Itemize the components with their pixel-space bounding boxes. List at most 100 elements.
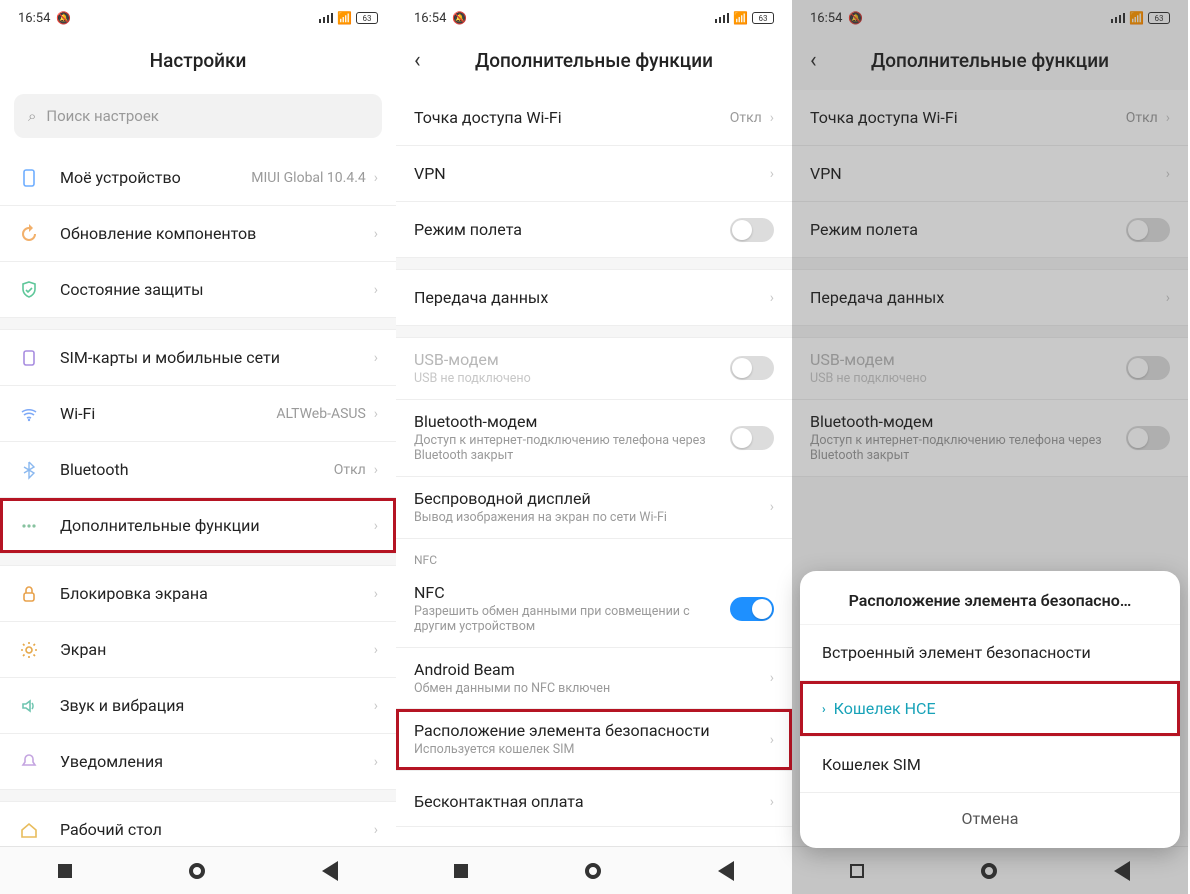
status-bar: 16:54 🔕 📶 63 [792,0,1188,30]
brightness-icon [16,640,42,660]
chevron-right-icon: › [770,794,774,810]
feature-item[interactable]: Bluetooth-модемДоступ к интернет-подключ… [396,400,792,477]
toggle-switch[interactable] [1126,426,1170,450]
sheet-option[interactable]: Встроенный элемент безопасности [800,624,1180,680]
lock-icon [16,584,42,604]
nav-home[interactable] [189,863,205,879]
settings-item-shield[interactable]: Состояние защиты› [0,262,396,318]
nav-recent[interactable] [454,864,468,878]
item-label: VPN [414,164,770,183]
chevron-right-icon: › [770,499,774,515]
feature-item[interactable]: Bluetooth-модем Доступ к интернет-подключ… [792,400,1188,477]
chevron-right-icon: › [1166,290,1170,306]
item-value: ALTWeb-ASUS [276,406,365,422]
toggle-switch[interactable] [730,218,774,242]
settings-item-device[interactable]: Моё устройствоMIUI Global 10.4.4› [0,150,396,206]
nav-home[interactable] [585,863,601,879]
item-label: NFC [414,583,730,602]
dots-icon [16,516,42,536]
feature-item[interactable]: USB-модемUSB не подключено [792,338,1188,400]
toggle-switch[interactable] [730,426,774,450]
settings-screen: 16:54 🔕 📶 63 Настройки ⌕ Поиск настроек … [0,0,396,894]
page-title: Дополнительные функции [871,49,1109,72]
bluetooth-icon [16,460,42,480]
feature-item[interactable]: Передача данных› [396,270,792,326]
item-label: Режим полета [414,220,730,239]
feature-item[interactable]: Бесконтактная оплата› [396,771,792,827]
item-label: Уведомления [60,752,374,771]
search-input[interactable]: ⌕ Поиск настроек [14,94,382,138]
nav-back[interactable] [1114,861,1130,881]
settings-item-brightness[interactable]: Экран› [0,622,396,678]
item-subtitle: Доступ к интернет-подключению телефона ч… [414,433,730,464]
settings-item-bluetooth[interactable]: BluetoothОткл› [0,442,396,498]
sheet-cancel-button[interactable]: Отмена [800,792,1180,844]
chevron-right-icon: › [1166,166,1170,182]
item-subtitle: Вывод изображения на экран по сети Wi-Fi [414,510,770,526]
sheet-title: Расположение элемента безопасно… [800,587,1180,624]
settings-item-sim[interactable]: SIM-карты и мобильные сети› [0,330,396,386]
status-icons: 📶 63 [715,11,774,25]
chevron-right-icon: › [374,462,378,478]
back-button[interactable]: ‹ [414,48,421,73]
settings-item-update[interactable]: Обновление компонентов› [0,206,396,262]
feature-item[interactable]: Точка доступа Wi-FiОткл› [792,90,1188,146]
header: ‹ Дополнительные функции [792,30,1188,90]
chevron-right-icon: › [374,822,378,838]
toggle-switch[interactable] [730,597,774,621]
item-value: MIUI Global 10.4.4 [251,170,366,186]
feature-item[interactable]: Android BeamОбмен данными по NFC включен… [396,648,792,710]
item-label: USB-модем [414,350,730,369]
item-label: Точка доступа Wi-Fi [810,108,1126,127]
nav-back[interactable] [718,861,734,881]
item-subtitle: USB не подключено [414,371,730,387]
feature-item[interactable]: Режим полета [792,202,1188,258]
feature-item[interactable]: VPN› [792,146,1188,202]
sheet-option[interactable]: Кошелек SIM [800,736,1180,792]
settings-item-dots[interactable]: Дополнительные функции› [0,498,396,554]
option-label: Кошелек SIM [822,755,921,774]
toggle-switch[interactable] [1126,356,1170,380]
back-button[interactable]: ‹ [810,48,817,73]
nav-recent[interactable] [58,864,72,878]
feature-item[interactable]: Режим полета [396,202,792,258]
item-subtitle: Разрешить обмен данными при совмещении с… [414,604,730,635]
toggle-switch[interactable] [1126,218,1170,242]
sound-icon [16,696,42,716]
device-icon [16,168,42,188]
chevron-right-icon: › [374,586,378,602]
settings-item-home[interactable]: Рабочий стол› [0,802,396,846]
chevron-right-icon: › [374,170,378,186]
nav-home[interactable] [981,863,997,879]
chevron-right-icon: › [374,226,378,242]
chevron-right-icon: › [374,698,378,714]
settings-item-sound[interactable]: Звук и вибрация› [0,678,396,734]
nav-recent[interactable] [850,864,864,878]
section-header: NFC [396,539,792,571]
feature-item[interactable]: Точка доступа Wi-FiОткл› [396,90,792,146]
item-subtitle: Доступ к интернет-подключению телефона ч… [810,433,1126,464]
option-label: Встроенный элемент безопасности [822,643,1091,662]
toggle-switch[interactable] [730,356,774,380]
feature-item[interactable]: NFC Разрешить обмен данными при совмещени… [396,571,792,648]
chevron-right-icon: › [374,754,378,770]
feature-item[interactable]: Расположение элемента безопасностиИсполь… [396,709,792,771]
feature-item[interactable]: VPN› [396,146,792,202]
feature-item[interactable]: USB-модем USB не подключено [396,338,792,400]
item-label: Блокировка экрана [60,584,374,603]
feature-item[interactable]: Беспроводной дисплейВывод изображения на… [396,477,792,539]
selected-icon: › [822,702,826,716]
settings-item-bell[interactable]: Уведомления› [0,734,396,790]
settings-item-wifi[interactable]: Wi-FiALTWeb-ASUS› [0,386,396,442]
nav-back[interactable] [322,861,338,881]
sheet-option[interactable]: ›Кошелек HCE [800,680,1180,736]
item-label: Bluetooth [60,460,334,479]
item-label: Bluetooth-модем [810,412,1126,431]
status-bar: 16:54 🔕 📶 63 [0,0,396,30]
nav-bar [792,846,1188,894]
settings-item-lock[interactable]: Блокировка экрана› [0,566,396,622]
feature-item[interactable]: Передача данных› [792,270,1188,326]
status-icons: 📶 63 [319,11,378,25]
chevron-right-icon: › [374,406,378,422]
status-time: 16:54 [18,11,50,26]
